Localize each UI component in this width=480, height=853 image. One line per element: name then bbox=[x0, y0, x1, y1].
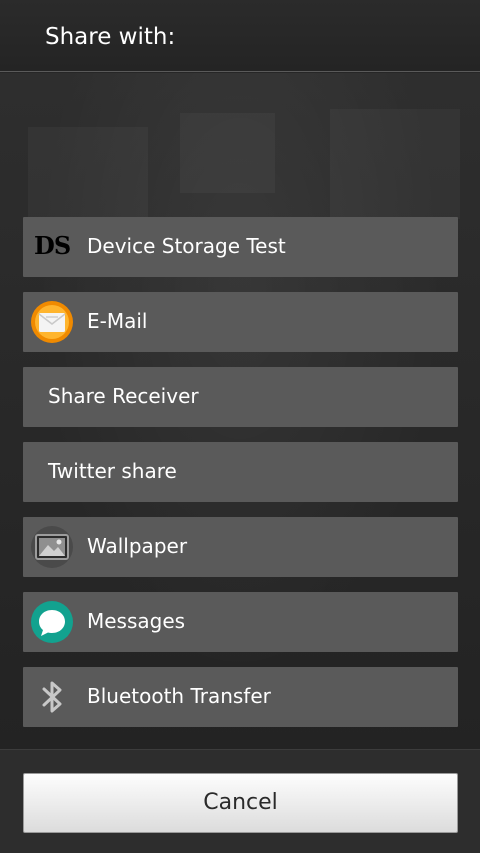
share-option-label: Messages bbox=[87, 609, 186, 633]
share-option-label: Wallpaper bbox=[87, 534, 188, 558]
email-app-icon bbox=[30, 300, 74, 344]
share-option-wallpaper[interactable]: Wallpaper bbox=[23, 517, 458, 577]
share-option-label: Device Storage Test bbox=[87, 234, 286, 258]
cancel-button-label: Cancel bbox=[203, 790, 278, 815]
share-option-twitter-share[interactable]: Twitter share bbox=[23, 442, 458, 502]
share-option-bluetooth-transfer[interactable]: Bluetooth Transfer bbox=[23, 667, 458, 727]
share-option-share-receiver[interactable]: Share Receiver bbox=[23, 367, 458, 427]
share-dialog-title: Share with: bbox=[45, 24, 176, 50]
share-option-email[interactable]: E-Mail bbox=[23, 292, 458, 352]
share-dialog-footer: Cancel bbox=[0, 749, 480, 853]
share-option-label: E-Mail bbox=[87, 309, 148, 333]
share-option-device-storage-test[interactable]: DS Device Storage Test bbox=[23, 217, 458, 277]
share-dialog-header: Share with: bbox=[0, 0, 480, 72]
wallpaper-app-icon bbox=[30, 525, 74, 569]
share-option-messages[interactable]: Messages bbox=[23, 592, 458, 652]
share-option-label: Share Receiver bbox=[48, 384, 199, 408]
share-option-label: Twitter share bbox=[48, 459, 177, 483]
share-option-label: Bluetooth Transfer bbox=[87, 684, 271, 708]
messages-app-icon bbox=[30, 600, 74, 644]
cancel-button[interactable]: Cancel bbox=[23, 773, 458, 833]
bluetooth-icon bbox=[30, 675, 74, 719]
device-storage-test-icon: DS bbox=[34, 231, 71, 260]
